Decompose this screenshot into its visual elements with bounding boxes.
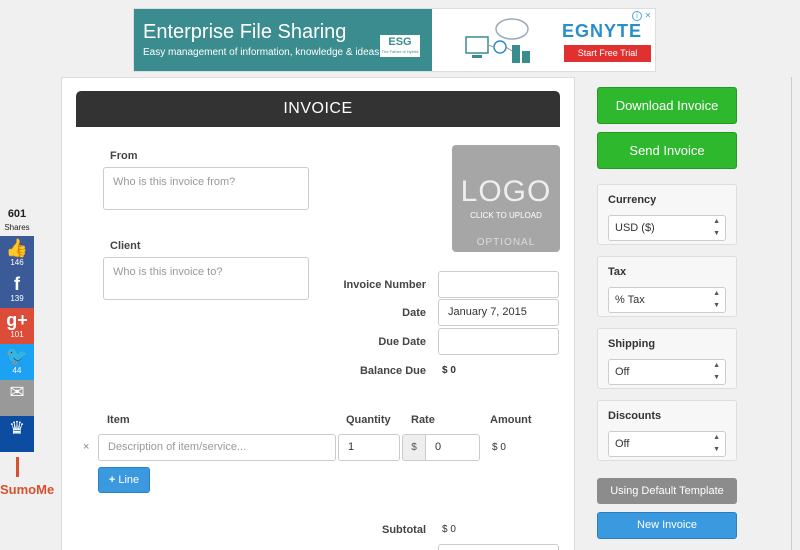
add-line-label: Line: [118, 474, 140, 486]
date-label: Date: [402, 307, 426, 319]
client-placeholder: Who is this invoice to?: [113, 266, 223, 278]
logo-upload-text: CLICK TO UPLOAD: [470, 211, 542, 220]
select-arrows-icon: ▲ ▼: [713, 434, 720, 453]
new-invoice-button[interactable]: New Invoice: [597, 512, 737, 539]
share-label: Shares: [4, 223, 30, 232]
discounts-card: Discounts Off ▲ ▼: [597, 400, 737, 461]
twitter-icon: 🐦: [5, 346, 29, 366]
due-date-input[interactable]: [438, 328, 559, 355]
ad-banner[interactable]: Enterprise File Sharing Easy management …: [133, 8, 656, 72]
item-description-placeholder: Description of item/service...: [108, 441, 247, 453]
client-label: Client: [110, 240, 141, 252]
remove-line-icon[interactable]: ×: [83, 441, 89, 453]
add-line-button[interactable]: + Line: [98, 467, 150, 493]
balance-due-value: $ 0: [442, 365, 456, 376]
tax-selected: % Tax: [615, 294, 645, 306]
ad-cta-button[interactable]: Start Free Trial: [564, 45, 651, 62]
discounts-title: Discounts: [608, 410, 662, 422]
shipping-selected: Off: [615, 366, 630, 378]
discounts-selected: Off: [615, 438, 630, 450]
item-header: Item: [107, 414, 130, 426]
ad-close-icon[interactable]: ✕: [643, 11, 653, 21]
send-invoice-button[interactable]: Send Invoice: [597, 132, 737, 169]
tax-select[interactable]: % Tax ▲ ▼: [608, 287, 726, 313]
rate-currency-addon: $: [402, 434, 426, 461]
share-count-facebook-like: 146: [10, 258, 24, 267]
quantity-input[interactable]: 1: [338, 434, 400, 461]
currency-card: Currency USD ($) ▲ ▼: [597, 184, 737, 245]
line-amount: $ 0: [492, 442, 506, 453]
ad-info-icon[interactable]: i: [632, 11, 642, 21]
quantity-header: Quantity: [346, 414, 391, 426]
date-input[interactable]: January 7, 2015: [438, 299, 559, 326]
share-count: 601: [7, 208, 27, 220]
shipping-title: Shipping: [608, 338, 656, 350]
select-arrows-icon: ▲ ▼: [713, 218, 720, 237]
cloud-network-icon: [465, 18, 530, 63]
client-input[interactable]: Who is this invoice to?: [103, 257, 309, 300]
amount-header: Amount: [490, 414, 532, 426]
invoice-number-label: Invoice Number: [343, 279, 426, 291]
tax-card: Tax % Tax ▲ ▼: [597, 256, 737, 317]
sumome-brand[interactable]: SumoMe: [0, 482, 54, 497]
select-arrows-icon: ▲ ▼: [713, 290, 720, 309]
item-description-input[interactable]: Description of item/service...: [98, 434, 336, 461]
crown-icon: ♛: [8, 418, 26, 438]
discounts-select[interactable]: Off ▲ ▼: [608, 431, 726, 457]
email-icon: ✉: [9, 382, 25, 402]
facebook-icon: f: [14, 274, 20, 294]
balance-due-label: Balance Due: [359, 365, 426, 377]
currency-title: Currency: [608, 194, 657, 206]
share-sumome-crown-button[interactable]: ♛: [0, 416, 34, 452]
currency-select[interactable]: USD ($) ▲ ▼: [608, 215, 726, 241]
ad-esg-sub: The Father of Hybrid: [381, 49, 419, 54]
currency-selected: USD ($): [615, 222, 655, 234]
ad-subtitle: Easy management of information, knowledg…: [143, 47, 380, 58]
invoice-title: INVOICE: [76, 91, 560, 127]
download-invoice-button[interactable]: Download Invoice: [597, 87, 737, 124]
invoice-number-input[interactable]: [438, 271, 559, 298]
logo-optional-text: OPTIONAL: [476, 237, 536, 248]
select-arrows-icon: ▲ ▼: [713, 362, 720, 381]
share-count-twitter: 44: [12, 366, 22, 375]
rate-input[interactable]: 0: [425, 434, 480, 461]
sidebar-divider: [791, 77, 792, 550]
shipping-card: Shipping Off ▲ ▼: [597, 328, 737, 389]
thumbs-up-icon: 👍: [5, 238, 29, 258]
share-count-facebook: 139: [10, 294, 24, 303]
share-google-plus-button[interactable]: g+ 101: [0, 308, 34, 344]
share-email-button[interactable]: ✉: [0, 380, 34, 416]
share-count-google-plus: 101: [10, 330, 24, 339]
share-facebook-like-button[interactable]: 👍 146: [0, 236, 34, 272]
subtotal-label: Subtotal: [382, 524, 426, 536]
sumome-bar: [16, 457, 19, 477]
tax-title: Tax: [608, 266, 627, 278]
plus-icon: +: [108, 474, 116, 486]
due-date-label: Due Date: [378, 336, 426, 348]
logo-text: LOGO: [460, 175, 552, 208]
ad-left-panel: Enterprise File Sharing Easy management …: [134, 9, 432, 71]
template-button[interactable]: Using Default Template: [597, 478, 737, 504]
ad-brand-logo: EGNYTE: [562, 21, 643, 41]
partial-input[interactable]: [438, 544, 559, 550]
logo-upload[interactable]: LOGO CLICK TO UPLOAD OPTIONAL: [452, 145, 560, 252]
subtotal-value: $ 0: [442, 524, 456, 535]
google-plus-icon: g+: [6, 310, 28, 330]
ad-title: Enterprise File Sharing: [143, 21, 347, 43]
ad-esg-logo: ESG The Father of Hybrid: [380, 35, 420, 57]
shipping-select[interactable]: Off ▲ ▼: [608, 359, 726, 385]
from-placeholder: Who is this invoice from?: [113, 176, 236, 188]
from-label: From: [110, 150, 138, 162]
ad-esg-text: ESG: [388, 36, 412, 48]
from-input[interactable]: Who is this invoice from?: [103, 167, 309, 210]
share-twitter-button[interactable]: 🐦 44: [0, 344, 34, 380]
share-facebook-button[interactable]: f 139: [0, 272, 34, 308]
rate-header: Rate: [411, 414, 435, 426]
